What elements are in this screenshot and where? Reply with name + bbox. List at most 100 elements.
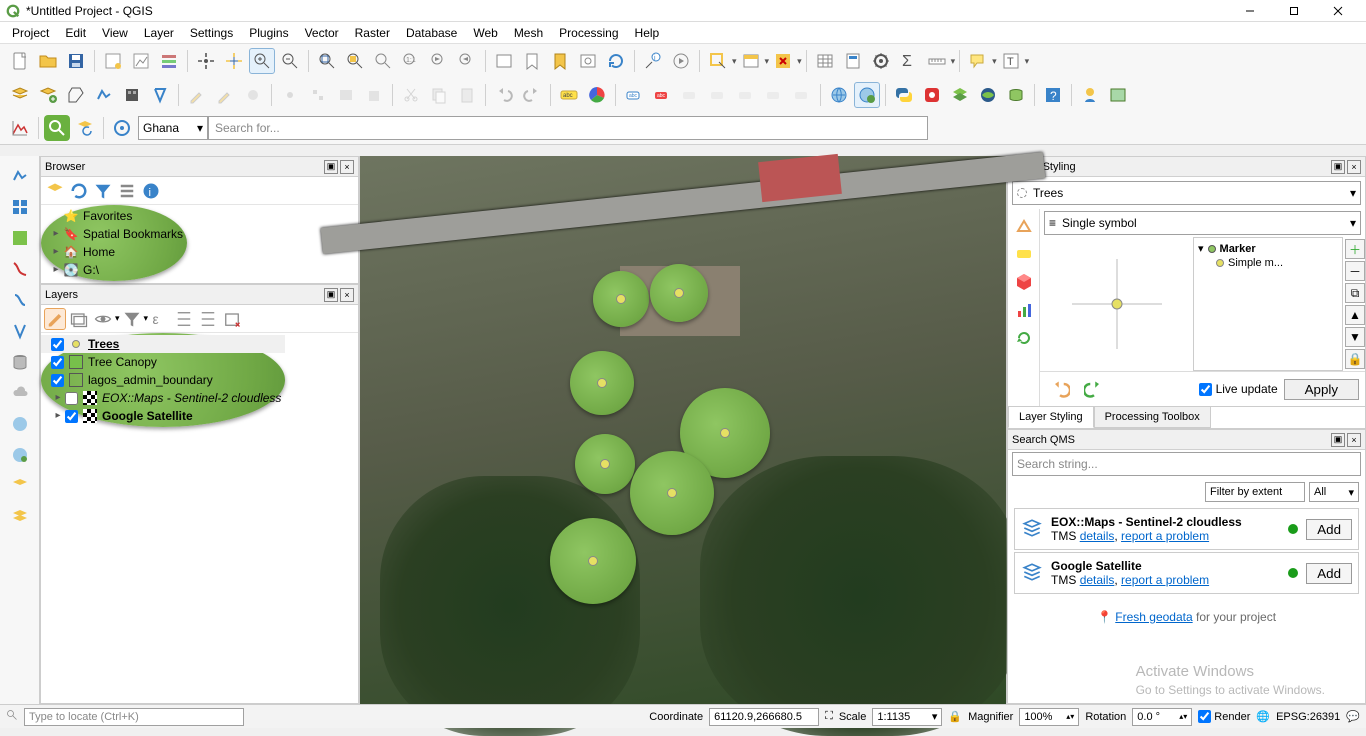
pan-to-selection-icon[interactable]: [221, 48, 247, 74]
history-tab-icon[interactable]: [1011, 325, 1037, 351]
live-update-checkbox[interactable]: Live update: [1199, 382, 1278, 396]
zoom-in-icon[interactable]: [249, 48, 275, 74]
browser-item-favorites[interactable]: ⭐Favorites: [41, 207, 187, 225]
help-icon[interactable]: ?: [1040, 82, 1066, 108]
menu-raster[interactable]: Raster: [347, 22, 398, 44]
open-project-icon[interactable]: [35, 48, 61, 74]
label-tool-1-icon[interactable]: abc: [621, 82, 647, 108]
python-console-icon[interactable]: [891, 82, 917, 108]
label-tool-5-icon[interactable]: [733, 82, 759, 108]
moveup-symbol-layer-button[interactable]: ▲: [1345, 305, 1365, 325]
temporal-controller-icon[interactable]: [575, 48, 601, 74]
menu-layer[interactable]: Layer: [136, 22, 182, 44]
zoom-out-icon[interactable]: [277, 48, 303, 74]
menu-project[interactable]: Project: [4, 22, 57, 44]
layers-visibility-icon[interactable]: [92, 308, 114, 330]
diagrams-tab-icon[interactable]: [1011, 297, 1037, 323]
layer-google-satellite[interactable]: ▸Google Satellite: [41, 407, 285, 425]
attribute-table-icon[interactable]: [812, 48, 838, 74]
field-calc-icon[interactable]: [840, 48, 866, 74]
qms-report-link[interactable]: report a problem: [1121, 529, 1209, 543]
rotation-field[interactable]: 0.0 °▴▾: [1132, 708, 1192, 726]
fresh-geodata-link[interactable]: Fresh geodata: [1115, 610, 1192, 624]
profile-tool-icon[interactable]: [7, 115, 33, 141]
v-xyz-icon[interactable]: [5, 471, 35, 501]
zoom-full-icon[interactable]: [314, 48, 340, 74]
zoom-to-selection-icon[interactable]: [342, 48, 368, 74]
map-canvas[interactable]: [360, 156, 1006, 704]
plugin-a-icon[interactable]: [919, 82, 945, 108]
label-tool-7-icon[interactable]: [789, 82, 815, 108]
layers-style-icon[interactable]: [44, 308, 66, 330]
menu-database[interactable]: Database: [398, 22, 465, 44]
osm-search-icon[interactable]: [826, 82, 852, 108]
layer-styling-close-button[interactable]: ×: [1347, 160, 1361, 174]
duplicate-symbol-layer-button[interactable]: ⧉: [1345, 283, 1365, 303]
v-raster-icon[interactable]: [5, 223, 35, 253]
qms-search-input[interactable]: Search string...: [1012, 452, 1361, 476]
layers-expand-icon[interactable]: [173, 308, 195, 330]
renderer-dropdown[interactable]: ≡Single symbol▾: [1044, 211, 1361, 235]
close-button[interactable]: [1316, 0, 1360, 22]
v-digitize-icon[interactable]: [5, 161, 35, 191]
menu-edit[interactable]: Edit: [57, 22, 94, 44]
coordinate-field[interactable]: 61120.9,266680.5: [709, 708, 819, 726]
layer-google-checkbox[interactable]: [65, 410, 78, 423]
menu-web[interactable]: Web: [465, 22, 505, 44]
deselect-icon[interactable]: [770, 48, 796, 74]
new-project-icon[interactable]: [7, 48, 33, 74]
browser-item-drive[interactable]: ▸💽G:\: [41, 261, 187, 279]
qms-report-link[interactable]: report a problem: [1121, 573, 1209, 587]
delete-selected-icon[interactable]: [361, 82, 387, 108]
browser-filter-icon[interactable]: [92, 180, 114, 202]
new-geopackage-icon[interactable]: [63, 82, 89, 108]
zoom-to-layer-icon[interactable]: [370, 48, 396, 74]
modify-attrs-icon[interactable]: [333, 82, 359, 108]
menu-vector[interactable]: Vector: [297, 22, 347, 44]
magnifier-field[interactable]: 100%▴▾: [1019, 708, 1079, 726]
new-memorylayer-icon[interactable]: [35, 82, 61, 108]
nominatim-locator-icon[interactable]: [109, 115, 135, 141]
undo-icon[interactable]: [491, 82, 517, 108]
label-abc-icon[interactable]: abc: [556, 82, 582, 108]
add-symbol-layer-button[interactable]: ＋: [1345, 239, 1365, 259]
zoom-native-icon[interactable]: 1:1: [398, 48, 424, 74]
digitize-icon[interactable]: [277, 82, 303, 108]
add-vector-layer-icon[interactable]: [7, 82, 33, 108]
paste-icon[interactable]: [454, 82, 480, 108]
layout-manager-icon[interactable]: [128, 48, 154, 74]
qms-add-button[interactable]: Add: [1306, 519, 1352, 540]
layer-canopy-checkbox[interactable]: [51, 356, 64, 369]
symbology-tab-icon[interactable]: [1011, 213, 1037, 239]
menu-view[interactable]: View: [94, 22, 136, 44]
style-manager-icon[interactable]: [156, 48, 182, 74]
layer-lagos-checkbox[interactable]: [51, 374, 64, 387]
menu-plugins[interactable]: Plugins: [241, 22, 296, 44]
show-bookmarks-icon[interactable]: [547, 48, 573, 74]
layer-trees[interactable]: Trees: [41, 335, 285, 353]
layers-filter-icon[interactable]: [121, 308, 143, 330]
identify-icon[interactable]: i: [640, 48, 666, 74]
refresh-icon[interactable]: [603, 48, 629, 74]
statistics-icon[interactable]: Σ: [896, 48, 922, 74]
new-map-view-icon[interactable]: [491, 48, 517, 74]
maximize-button[interactable]: [1272, 0, 1316, 22]
labels-tab-icon[interactable]: [1011, 241, 1037, 267]
v-grid-icon[interactable]: [5, 192, 35, 222]
lock-symbol-layer-button[interactable]: 🔒: [1345, 349, 1365, 369]
redo-style-button[interactable]: [1081, 376, 1107, 402]
layer-refresh-icon[interactable]: [72, 115, 98, 141]
layer-tree-canopy[interactable]: Tree Canopy: [41, 353, 285, 371]
measure-icon[interactable]: [924, 48, 950, 74]
apply-button[interactable]: Apply: [1284, 379, 1359, 400]
v-mesh-icon[interactable]: [5, 254, 35, 284]
cut-icon[interactable]: [398, 82, 424, 108]
messages-icon[interactable]: 💬: [1346, 710, 1360, 723]
pan-icon[interactable]: [193, 48, 219, 74]
new-shapefile-icon[interactable]: [91, 82, 117, 108]
label-tool-4-icon[interactable]: [705, 82, 731, 108]
layer-styling-float-button[interactable]: ▣: [1331, 160, 1345, 174]
quick-osm-icon[interactable]: [44, 115, 70, 141]
render-checkbox[interactable]: Render: [1198, 710, 1250, 723]
layers-add-group-icon[interactable]: [68, 308, 90, 330]
